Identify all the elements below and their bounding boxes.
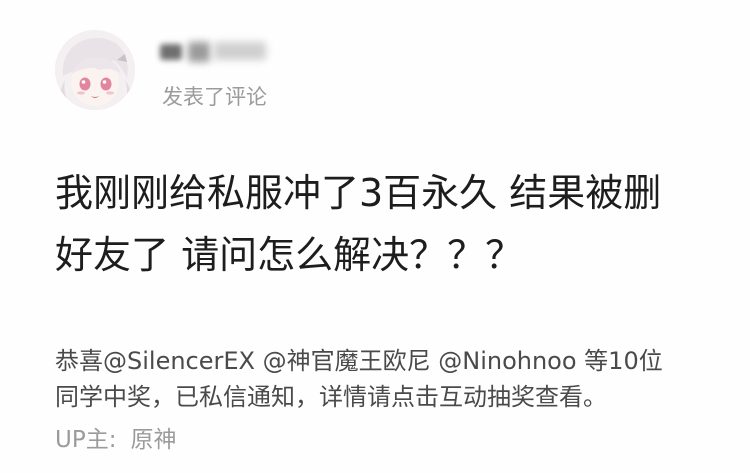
comment-action-label: 发表了评论 [162,85,267,109]
username-blur-block [214,42,266,60]
comment-text: 我刚刚给私服冲了3百永久 结果被删 好友了 请问怎么解决？？？ [55,162,715,286]
comment-card: 发表了评论 我刚刚给私服冲了3百永久 结果被删 好友了 请问怎么解决？？？ 恭喜… [0,0,750,473]
up-label: UP主: [55,427,117,453]
username-blur-block [160,44,182,60]
up-info: UP主: 原神 [55,425,176,455]
lottery-notice-line: 同学中奖，已私信通知，详情请点击互动抽奖查看。 [55,383,607,411]
comment-text-line: 我刚刚给私服冲了3百永久 结果被删 [55,171,662,215]
up-name-link[interactable]: 原神 [130,427,176,453]
lottery-notice-line: 恭喜@SilencerEX @神官魔王欧尼 @Ninohnoo 等10位 [55,347,663,375]
comment-text-line: 好友了 请问怎么解决？？？ [55,233,524,277]
username-blurred[interactable] [160,38,270,64]
avatar[interactable] [55,30,135,110]
anime-avatar-icon [55,30,135,110]
username-blur-block [188,42,210,62]
lottery-notice[interactable]: 恭喜@SilencerEX @神官魔王欧尼 @Ninohnoo 等10位 同学中… [55,343,735,415]
